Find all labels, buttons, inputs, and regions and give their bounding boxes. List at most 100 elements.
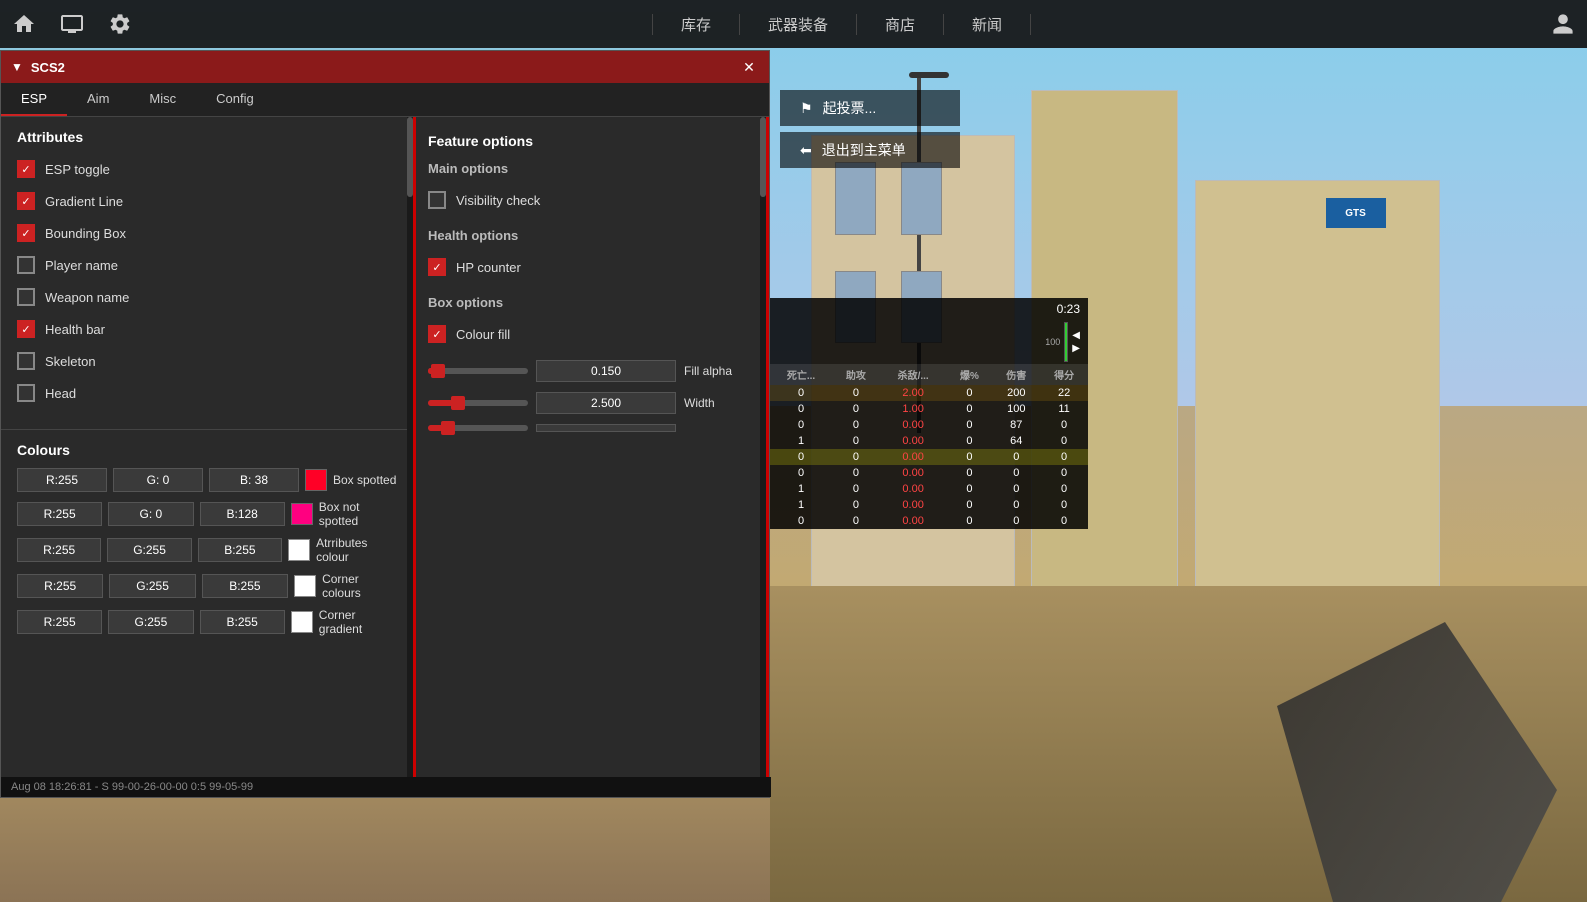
left-col-scrollbar[interactable] [407, 117, 413, 797]
col-score: 得分 [1040, 364, 1088, 385]
panel-arrow: ▼ [11, 60, 23, 74]
width-thumb[interactable] [451, 396, 465, 410]
box-spotted-swatch[interactable] [305, 469, 327, 491]
health-bar-row[interactable]: Health bar [1, 313, 413, 345]
box-not-spotted-b[interactable]: B:128 [200, 502, 285, 526]
box-spotted-b[interactable]: B: 38 [209, 468, 299, 492]
box-not-spotted-name: Box not spotted [319, 500, 397, 528]
nav-news[interactable]: 新闻 [944, 14, 1031, 35]
width-track[interactable] [428, 400, 528, 406]
head-label: Head [45, 386, 76, 401]
health-options-header: Health options [428, 228, 754, 243]
bounding-box-checkbox[interactable] [17, 224, 35, 242]
corner-grad-swatch[interactable] [291, 611, 313, 633]
exit-button[interactable]: ⬅ 退出到主菜单 [780, 132, 960, 168]
vote-button[interactable]: ⚑ 起投票... [780, 90, 960, 126]
corner-grad-r[interactable]: R:255 [17, 610, 102, 634]
corner-grad-g[interactable]: G:255 [108, 610, 193, 634]
hp-counter-row[interactable]: HP counter [428, 251, 754, 283]
user-icon[interactable] [1539, 0, 1587, 48]
player-name-label: Player name [45, 258, 118, 273]
attr-colour-name: Atrributes colour [316, 536, 397, 564]
vote-icon: ⚑ [800, 100, 813, 117]
colours-header: Colours [17, 442, 397, 458]
fill-alpha-track[interactable] [428, 368, 528, 374]
tab-config[interactable]: Config [196, 83, 274, 116]
col-assists: 助攻 [832, 364, 880, 385]
corner-grad-name: Corner gradient [319, 608, 397, 636]
tab-misc[interactable]: Misc [129, 83, 196, 116]
width-value[interactable]: 2.500 [536, 392, 676, 414]
health-bar-checkbox[interactable] [17, 320, 35, 338]
colour-fill-row[interactable]: Colour fill [428, 318, 754, 350]
tab-aim[interactable]: Aim [67, 83, 129, 116]
attr-colour-b[interactable]: B:255 [198, 538, 282, 562]
fill-alpha-thumb[interactable] [431, 364, 445, 378]
corner-colour-r[interactable]: R:255 [17, 574, 103, 598]
esp-toggle-checkbox[interactable] [17, 160, 35, 178]
box-not-spotted-r[interactable]: R:255 [17, 502, 102, 526]
skeleton-checkbox[interactable] [17, 352, 35, 370]
bounding-box-row[interactable]: Bounding Box [1, 217, 413, 249]
table-row: 00 0.00 00 0 [770, 449, 1088, 465]
panel-title: SCS2 [31, 60, 739, 75]
player-name-checkbox[interactable] [17, 256, 35, 274]
weapon-name-checkbox[interactable] [17, 288, 35, 306]
feature-options-header: Feature options [428, 133, 754, 149]
corner-colour-swatch[interactable] [294, 575, 316, 597]
right-col-scrollbar[interactable] [760, 117, 766, 797]
corner-colours-row: R:255 G:255 B:255 Corner colours [17, 572, 397, 600]
hp-counter-checkbox[interactable] [428, 258, 446, 276]
left-col-scrollbar-thumb[interactable] [407, 117, 413, 197]
head-row[interactable]: Head [1, 377, 413, 409]
extra-thumb[interactable] [441, 421, 455, 435]
nav-inventory[interactable]: 库存 [652, 14, 740, 35]
visibility-check-checkbox[interactable] [428, 191, 446, 209]
main-options-header: Main options [428, 161, 754, 176]
bounding-box-label: Bounding Box [45, 226, 126, 241]
right-col-scrollbar-thumb[interactable] [760, 117, 766, 197]
table-row: 00 1.00 0100 11 [770, 401, 1088, 417]
attributes-colour-row: R:255 G:255 B:255 Atrributes colour [17, 536, 397, 564]
attr-colour-g[interactable]: G:255 [107, 538, 191, 562]
home-icon[interactable] [0, 0, 48, 48]
extra-value[interactable] [536, 424, 676, 432]
head-checkbox[interactable] [17, 384, 35, 402]
visibility-check-label: Visibility check [456, 193, 540, 208]
gradient-line-checkbox[interactable] [17, 192, 35, 210]
box-spotted-r[interactable]: R:255 [17, 468, 107, 492]
nav-weapons[interactable]: 武器装备 [740, 14, 857, 35]
fill-alpha-label: Fill alpha [684, 364, 754, 378]
esp-toggle-label: ESP toggle [45, 162, 110, 177]
attr-colour-swatch[interactable] [288, 539, 310, 561]
status-bar: Aug 08 18:26:81 - S 99-00-26-00-00 0:5 9… [1, 777, 771, 797]
player-name-row[interactable]: Player name [1, 249, 413, 281]
visibility-check-row[interactable]: Visibility check [428, 184, 754, 216]
fill-alpha-value[interactable]: 0.150 [536, 360, 676, 382]
corner-grad-b[interactable]: B:255 [200, 610, 285, 634]
extra-slider-track[interactable] [428, 425, 528, 431]
attr-colour-r[interactable]: R:255 [17, 538, 101, 562]
esp-toggle-row[interactable]: ESP toggle [1, 153, 413, 185]
settings-icon[interactable] [96, 0, 144, 48]
gradient-line-row[interactable]: Gradient Line [1, 185, 413, 217]
box-not-spotted-swatch[interactable] [291, 503, 313, 525]
panel-close-button[interactable]: ✕ [739, 57, 759, 77]
weapon-name-row[interactable]: Weapon name [1, 281, 413, 313]
corner-colour-g[interactable]: G:255 [109, 574, 195, 598]
skeleton-row[interactable]: Skeleton [1, 345, 413, 377]
corner-colour-b[interactable]: B:255 [202, 574, 288, 598]
width-row: 2.500 Width [428, 392, 754, 414]
skeleton-label: Skeleton [45, 354, 96, 369]
score-table: 死亡... 助攻 杀敌/... 爆% 伤害 得分 00 2.00 0200 22… [770, 364, 1088, 529]
panel-titlebar[interactable]: ▼ SCS2 ✕ [1, 51, 769, 83]
nav-shop[interactable]: 商店 [857, 14, 944, 35]
tab-esp[interactable]: ESP [1, 83, 67, 116]
box-spotted-g[interactable]: G: 0 [113, 468, 203, 492]
box-spotted-name: Box spotted [333, 473, 396, 487]
box-not-spotted-g[interactable]: G: 0 [108, 502, 193, 526]
colour-fill-checkbox[interactable] [428, 325, 446, 343]
tab-bar: ESP Aim Misc Config [1, 83, 769, 117]
corner-colour-name: Corner colours [322, 572, 397, 600]
tv-icon[interactable] [48, 0, 96, 48]
